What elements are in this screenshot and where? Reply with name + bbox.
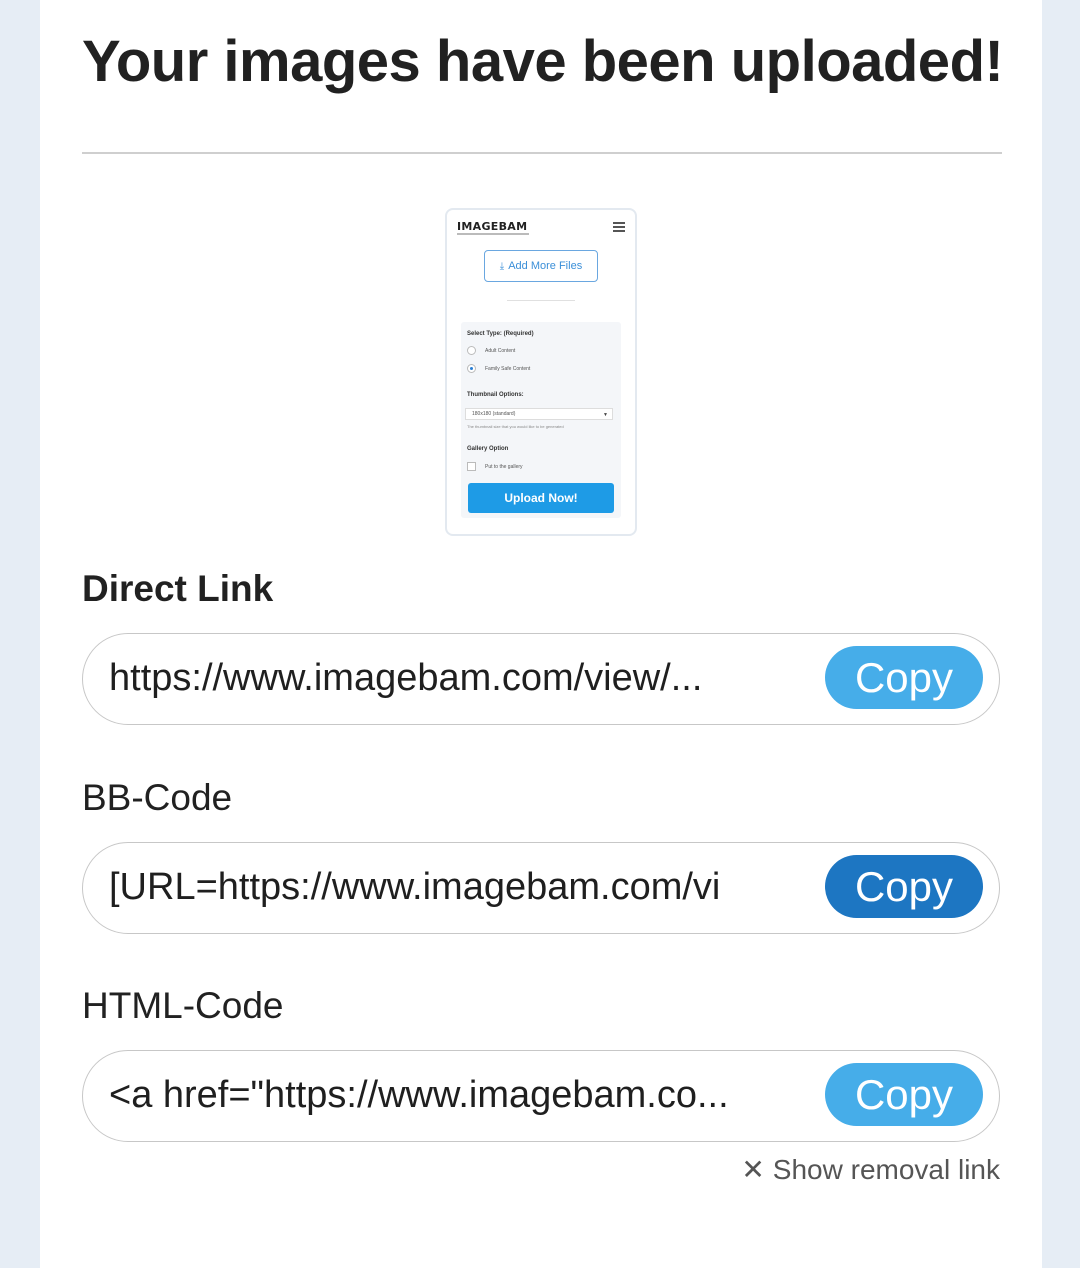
thumbnail-gallery-option-label: Gallery Option [467, 446, 509, 452]
direct-link-input[interactable]: https://www.imagebam.com/view/... [109, 634, 789, 723]
close-icon: ✕ [741, 1154, 765, 1185]
show-removal-link[interactable]: ✕ Show removal link [741, 1153, 1000, 1186]
html-code-field: <a href="https://www.imagebam.co... Copy [82, 1050, 1000, 1142]
html-code-copy-button[interactable]: Copy [825, 1063, 983, 1126]
title-divider [82, 152, 1002, 154]
thumbnail-option-family: Family Safe Content [485, 366, 531, 372]
thumbnail-select-type-label: Select Type: (Required) [467, 331, 534, 337]
show-removal-link-label: Show removal link [772, 1154, 1000, 1185]
page-title: Your images have been uploaded! [82, 29, 1004, 94]
thumbnail-logo: IMAGEBAM [457, 220, 528, 233]
thumbnail-hint: The thumbnail size that you would like t… [467, 424, 564, 429]
thumbnail-option-adult: Adult Content [485, 348, 516, 354]
thumbnail-upload-button: Upload Now! [468, 483, 614, 513]
html-code-label: HTML-Code [82, 985, 284, 1026]
bb-code-copy-button[interactable]: Copy [825, 855, 983, 918]
upload-icon: ⤓ [499, 261, 505, 272]
bb-code-field: [URL=https://www.imagebam.com/vi Copy [82, 842, 1000, 934]
bb-code-label: BB-Code [82, 777, 233, 818]
thumbnail-select-value: 180x180 (standard) [472, 411, 516, 417]
direct-link-field: https://www.imagebam.com/view/... Copy [82, 633, 1000, 725]
thumbnail-options-label: Thumbnail Options: [467, 392, 524, 398]
thumbnail-separator [507, 300, 575, 301]
thumbnail-gallery-checkbox [467, 462, 476, 471]
upload-result-card: Your images have been uploaded! IMAGEBAM… [40, 0, 1042, 1268]
thumbnail-radio-family [467, 364, 476, 373]
thumbnail-gallery-checkbox-label: Put to the gallery [485, 464, 523, 470]
thumbnail-size-select: 180x180 (standard) ▼ [465, 408, 613, 420]
html-code-input[interactable]: <a href="https://www.imagebam.co... [109, 1051, 789, 1140]
direct-link-label: Direct Link [82, 568, 274, 609]
thumbnail-radio-adult [467, 346, 476, 355]
thumbnail-add-more-files-button: ⤓ Add More Files [484, 250, 598, 282]
direct-link-copy-button[interactable]: Copy [825, 646, 983, 709]
bb-code-input[interactable]: [URL=https://www.imagebam.com/vi [109, 843, 789, 932]
thumbnail-add-more-files-label: Add More Files [508, 260, 583, 272]
thumbnail-tagline [457, 233, 529, 235]
chevron-down-icon: ▼ [603, 412, 608, 418]
hamburger-menu-icon [613, 222, 625, 232]
uploaded-image-thumbnail[interactable]: IMAGEBAM ⤓ Add More Files Select Type: (R… [447, 210, 635, 534]
